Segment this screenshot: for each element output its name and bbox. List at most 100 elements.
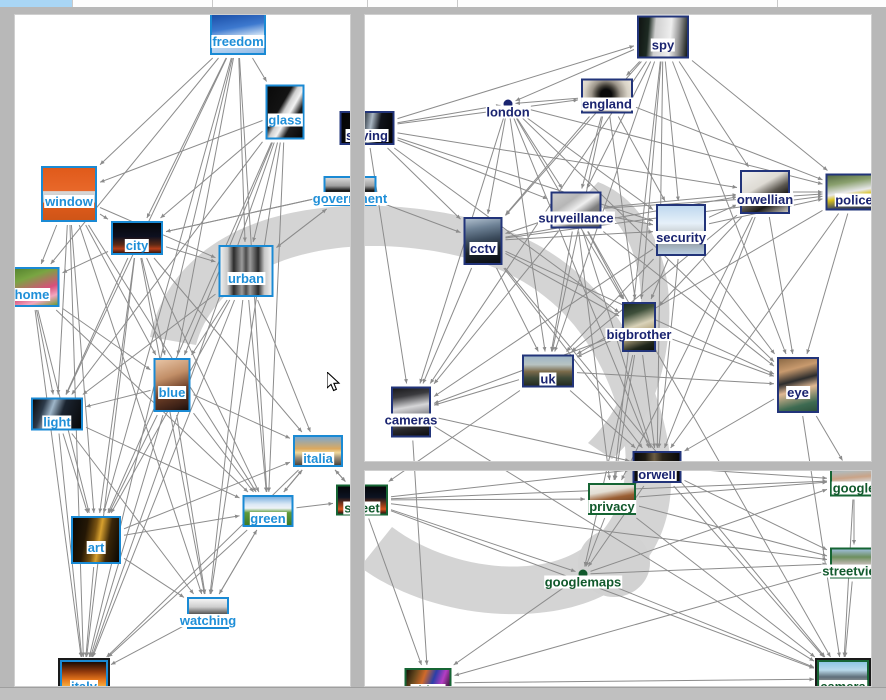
graph-node-art[interactable]: art xyxy=(71,516,121,564)
graph-node-cctv[interactable]: cctv xyxy=(463,217,503,265)
node-label-watching: watching xyxy=(178,613,238,628)
graph-node-orwell[interactable]: orwell xyxy=(632,471,682,483)
window-body: freedom glass window city home urban blue light… xyxy=(0,7,886,700)
node-label-light: light xyxy=(42,414,72,429)
graph-node-camera[interactable]: camera xyxy=(815,658,871,686)
node-label-freedom: freedom xyxy=(211,34,265,49)
graph-node-orwell[interactable]: orwell xyxy=(632,451,682,461)
graph-node-police[interactable]: police xyxy=(825,173,871,211)
node-label-orwellian: orwellian xyxy=(735,192,795,207)
graph-node-streetview[interactable]: streetview xyxy=(821,547,871,579)
graph-node-security[interactable]: security xyxy=(655,204,707,256)
browser-tab-2[interactable] xyxy=(212,0,367,7)
graph-nodes-right-top: freedomglasswindowcityhomeurbanbluelight… xyxy=(365,15,871,461)
node-label-cameras: cameras xyxy=(383,412,439,427)
node-label-street: street xyxy=(365,501,381,514)
node-label-privacy: privacy xyxy=(588,499,636,514)
graph-node-glass[interactable]: glass xyxy=(265,84,305,140)
graph-node-googlemaps[interactable]: googlemaps xyxy=(543,569,623,589)
browser-tab-0[interactable] xyxy=(0,0,72,7)
graph-node-freedom[interactable]: freedom xyxy=(210,15,266,55)
graph-node-video[interactable]: video xyxy=(404,668,452,686)
node-label-green: green xyxy=(249,511,287,526)
graph-node-google[interactable]: google xyxy=(830,471,871,497)
graph-node-eye[interactable]: eye xyxy=(777,357,819,413)
tab-separator xyxy=(212,0,213,7)
tab-separator xyxy=(457,0,458,7)
graph-node-light[interactable]: light xyxy=(31,397,83,431)
node-label-urban: urban xyxy=(226,271,266,286)
node-label-google: google xyxy=(831,481,871,494)
node-label-uk: uk xyxy=(539,371,557,386)
graph-node-uk[interactable]: uk xyxy=(522,354,574,388)
node-label-video: video xyxy=(410,684,446,686)
node-label-bigbrother: bigbrother xyxy=(605,327,673,342)
node-label-city: city xyxy=(124,238,150,253)
node-label-street: street xyxy=(343,501,350,514)
graph-node-green[interactable]: green xyxy=(242,495,294,527)
graph-node-london[interactable]: london xyxy=(485,99,531,119)
node-thumbnail-orwell[interactable] xyxy=(632,451,682,461)
right-top-pane-clip: freedomglasswindowcityhomeurbanbluelight… xyxy=(365,15,871,461)
node-label-camera: camera xyxy=(819,680,867,686)
node-label-googlemaps: googlemaps xyxy=(543,574,623,590)
node-label-london: london xyxy=(485,104,531,120)
graph-node-orwellian[interactable]: orwellian xyxy=(735,170,795,214)
left-graph-pane[interactable]: freedom glass window city home urban blue light… xyxy=(14,14,351,687)
right-top-graph-pane[interactable]: freedomglasswindowcityhomeurbanbluelight… xyxy=(364,14,872,462)
node-label-cctv: cctv xyxy=(468,241,498,256)
right-bottom-graph-pane[interactable]: freedomglasswindowcityhomeurbanbluelight… xyxy=(364,470,872,687)
node-label-spy: spy xyxy=(650,37,676,52)
graph-node-street[interactable]: street xyxy=(365,484,388,516)
node-label-glass: glass xyxy=(267,112,303,127)
node-label-home: home xyxy=(15,287,51,302)
browser-tab-5[interactable] xyxy=(777,0,886,7)
node-label-spying: spying xyxy=(345,129,350,142)
node-label-orwell: orwell xyxy=(637,471,677,481)
browser-tab-4[interactable] xyxy=(457,0,777,7)
graph-node-government[interactable]: government xyxy=(365,176,389,206)
tab-separator xyxy=(777,0,778,7)
node-label-government: government xyxy=(365,192,389,205)
node-label-italia: italia xyxy=(302,451,334,466)
tab-separator xyxy=(72,0,73,7)
graph-node-italia[interactable]: italia xyxy=(293,435,343,467)
graph-node-england[interactable]: england xyxy=(581,78,633,114)
graph-nodes-right-bottom: freedomglasswindowcityhomeurbanbluelight… xyxy=(365,471,871,686)
application-window: freedom glass window city home urban blue light… xyxy=(0,0,886,700)
graph-node-city[interactable]: city xyxy=(111,221,163,255)
graph-node-spying[interactable]: spying xyxy=(339,111,350,145)
graph-node-blue[interactable]: blue xyxy=(153,358,191,412)
left-pane-clip: freedom glass window city home urban blue light… xyxy=(15,15,350,686)
graph-node-bigbrother[interactable]: bigbrother xyxy=(605,302,673,352)
node-label-eye: eye xyxy=(786,385,810,400)
graph-node-spy[interactable]: spy xyxy=(637,15,689,59)
node-label-streetview: streetview xyxy=(821,564,871,577)
node-label-window: window xyxy=(44,194,94,209)
browser-tab-1[interactable] xyxy=(72,0,212,7)
graph-node-window[interactable]: window xyxy=(41,166,97,222)
graph-node-cameras[interactable]: cameras xyxy=(383,386,439,438)
graph-node-privacy[interactable]: privacy xyxy=(588,483,636,515)
graph-node-spying[interactable]: spying xyxy=(365,111,395,145)
node-label-art: art xyxy=(86,540,106,555)
graph-node-italy[interactable]: italy xyxy=(58,658,110,686)
node-label-police: police xyxy=(834,193,871,206)
node-label-security: security xyxy=(655,230,707,245)
node-label-england: england xyxy=(581,96,633,111)
right-bottom-pane-clip: freedomglasswindowcityhomeurbanbluelight… xyxy=(365,471,871,686)
graph-nodes-left: freedom glass window city home urban blue light… xyxy=(15,15,350,686)
graph-node-street[interactable]: street xyxy=(336,484,350,516)
graph-node-home[interactable]: home xyxy=(15,267,60,307)
node-label-government: government xyxy=(311,192,350,205)
node-label-italy: italy xyxy=(69,680,99,686)
node-label-blue: blue xyxy=(157,385,187,400)
node-label-spying: spying xyxy=(365,129,389,142)
graph-node-surveillance[interactable]: surveillance xyxy=(537,191,615,229)
browser-tab-3[interactable] xyxy=(367,0,457,7)
window-bottom-strip xyxy=(0,687,886,700)
graph-node-government[interactable]: government xyxy=(311,176,350,206)
node-label-surveillance: surveillance xyxy=(537,210,615,225)
graph-node-watching[interactable]: watching xyxy=(178,597,238,629)
graph-node-urban[interactable]: urban xyxy=(218,245,274,297)
